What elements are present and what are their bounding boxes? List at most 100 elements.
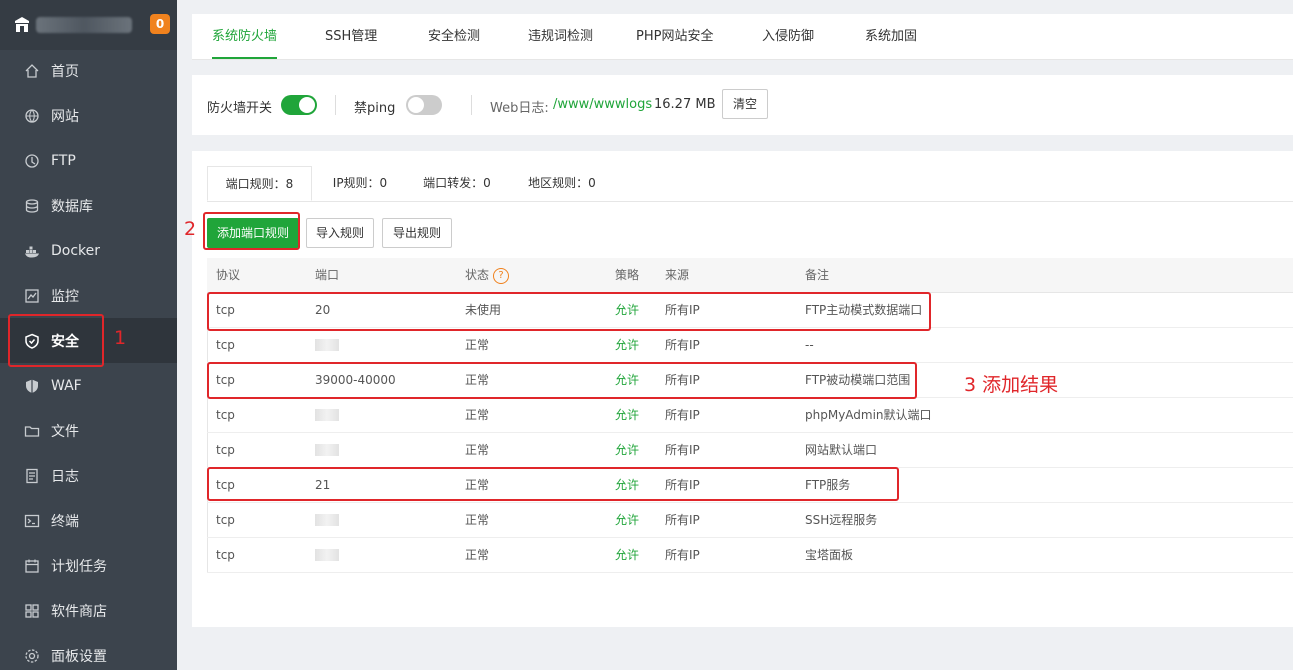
tab-system-hardening[interactable]: 系统加固	[865, 14, 917, 59]
monitor-icon	[25, 288, 39, 303]
log-icon	[26, 468, 38, 483]
tab-security-scan[interactable]: 安全检测	[428, 14, 480, 59]
cell-source: 所有IP	[665, 338, 700, 352]
masked-port	[315, 549, 339, 561]
col-protocol: 协议	[216, 268, 241, 282]
cell-policy: 允许	[615, 548, 640, 562]
cell-policy: 允许	[615, 408, 640, 422]
notification-badge[interactable]: 0	[150, 14, 170, 34]
col-status: 状态?	[465, 258, 510, 292]
masked-port	[315, 514, 339, 526]
sidebar-item-label: FTP	[51, 152, 76, 169]
sidebar-item-terminal[interactable]: 终端	[0, 498, 177, 543]
table-row: tcp 正常 允许 所有IP 宝塔面板	[207, 538, 1293, 573]
col-port: 端口	[315, 268, 340, 282]
apps-icon	[25, 603, 39, 618]
cell-port	[315, 433, 339, 467]
sidebar-item-label: 监控	[51, 288, 79, 305]
help-icon[interactable]: ?	[493, 267, 510, 284]
cell-protocol: tcp	[216, 443, 235, 457]
col-note: 备注	[805, 268, 830, 282]
sidebar-item-store[interactable]: 软件商店	[0, 588, 177, 633]
sidebar-item-files[interactable]: 文件	[0, 408, 177, 453]
cell-status: 正常	[465, 338, 490, 352]
gear-icon	[25, 648, 39, 663]
sidebar-item-waf[interactable]: WAF	[0, 363, 177, 408]
sidebar-item-docker[interactable]: Docker	[0, 228, 177, 273]
weblog-label: Web日志:	[490, 101, 549, 116]
sidebar-item-label: 日志	[51, 468, 79, 485]
table-row: tcp 正常 允许 所有IP --	[207, 328, 1293, 363]
import-rules-button[interactable]: 导入规则	[306, 218, 374, 248]
table-row: tcp 正常 允许 所有IP phpMyAdmin默认端口	[207, 398, 1293, 433]
cell-port	[315, 503, 339, 537]
cell-protocol: tcp	[216, 513, 235, 527]
terminal-icon	[24, 514, 40, 527]
logo-icon	[15, 17, 29, 32]
cell-note: 宝塔面板	[805, 548, 854, 562]
sidebar-item-database[interactable]: 数据库	[0, 183, 177, 228]
sidebar-item-ftp[interactable]: FTP	[0, 138, 177, 183]
tab-php-site-security[interactable]: PHP网站安全	[636, 14, 713, 59]
cell-status: 正常	[465, 513, 490, 527]
tab-intrusion-prevention[interactable]: 入侵防御	[762, 14, 814, 59]
cell-status: 正常	[465, 443, 490, 457]
annotation-box-row-passive	[207, 362, 917, 399]
cell-port	[315, 538, 339, 572]
cell-note: --	[805, 338, 814, 352]
annotation-box-add-rule	[203, 212, 300, 250]
cell-note: 网站默认端口	[805, 443, 878, 457]
sidebar-item-label: 软件商店	[51, 603, 107, 620]
sidebar-item-home[interactable]: 首页	[0, 48, 177, 93]
export-rules-button[interactable]: 导出规则	[382, 218, 452, 248]
sidebar-item-cron[interactable]: 计划任务	[0, 543, 177, 588]
sidebar-item-label: 面板设置	[51, 648, 107, 665]
cell-protocol: tcp	[216, 408, 235, 422]
tab-port-forward[interactable]: 端口转发：0	[412, 166, 502, 201]
cell-status: 正常	[465, 548, 490, 562]
toggle-knob	[299, 97, 315, 113]
cell-note: SSH远程服务	[805, 513, 878, 527]
annotation-number-2: 2	[184, 218, 197, 240]
sidebar-item-settings[interactable]: 面板设置	[0, 633, 177, 670]
annotation-box-row-20	[207, 292, 931, 331]
clear-logs-button[interactable]: 清空	[722, 89, 768, 119]
ping-switch-label: 禁ping	[354, 101, 396, 116]
sidebar-item-logs[interactable]: 日志	[0, 453, 177, 498]
annotation-result-label: 3 添加结果	[964, 374, 1059, 396]
tab-ssh-management[interactable]: SSH管理	[325, 14, 377, 59]
table-row: tcp 正常 允许 所有IP 网站默认端口	[207, 433, 1293, 468]
tab-system-firewall[interactable]: 系统防火墙	[212, 14, 278, 59]
cell-source: 所有IP	[665, 513, 700, 527]
sidebar-item-label: 数据库	[51, 198, 93, 215]
masked-port	[315, 444, 339, 456]
weblog-path-link[interactable]: /www/wwwlogs	[553, 97, 652, 112]
globe-icon	[25, 108, 39, 123]
firewall-toggle[interactable]	[281, 95, 317, 115]
sidebar-item-website[interactable]: 网站	[0, 93, 177, 138]
tab-ip-rules[interactable]: IP规则：0	[320, 166, 400, 201]
cell-note: phpMyAdmin默认端口	[805, 408, 932, 422]
server-name-masked	[36, 17, 132, 33]
tab-illegal-word-scan[interactable]: 违规词检测	[528, 14, 593, 59]
sidebar-item-label: 网站	[51, 108, 79, 125]
sidebar-header: 0	[0, 0, 177, 50]
table-row: tcp 正常 允许 所有IP SSH远程服务	[207, 503, 1293, 538]
sidebar-item-monitor[interactable]: 监控	[0, 273, 177, 318]
cell-source: 所有IP	[665, 408, 700, 422]
tab-region-rules[interactable]: 地区规则：0	[517, 166, 607, 201]
tab-port-rules[interactable]: 端口规则：8	[207, 166, 312, 201]
ftp-icon	[25, 153, 39, 168]
folder-icon	[24, 425, 40, 437]
cell-policy: 允许	[615, 513, 640, 527]
table-header: 协议 端口 状态? 策略 来源 备注	[207, 258, 1293, 293]
ping-toggle[interactable]	[406, 95, 442, 115]
firewall-switch-label: 防火墙开关	[207, 101, 273, 116]
cell-source: 所有IP	[665, 548, 700, 562]
col-status-label: 状态	[465, 268, 490, 282]
cell-port	[315, 398, 339, 432]
cell-protocol: tcp	[216, 548, 235, 562]
cell-status: 正常	[465, 408, 490, 422]
sidebar-item-label: 文件	[51, 423, 79, 440]
sidebar-item-label: 首页	[51, 63, 79, 80]
